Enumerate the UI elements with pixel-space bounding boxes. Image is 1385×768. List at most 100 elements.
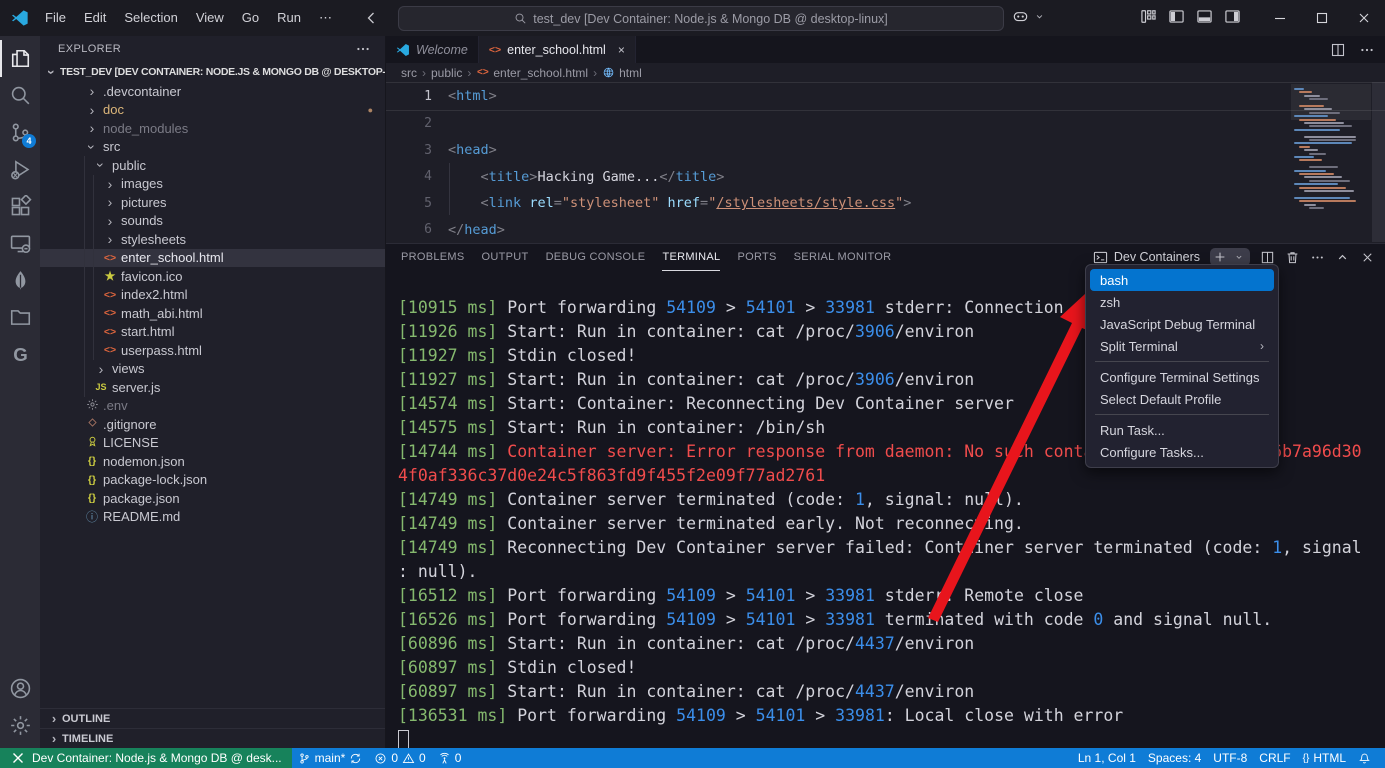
panel-more-actions-icon[interactable]: [1310, 250, 1325, 265]
toggle-panel-icon[interactable]: [1196, 8, 1213, 25]
launch-profile-chevron-icon[interactable]: [1231, 252, 1247, 262]
tree-item--env[interactable]: .env: [40, 397, 385, 416]
menu-go[interactable]: Go: [233, 7, 268, 29]
menu-selection[interactable]: Selection: [115, 7, 186, 29]
status-eol[interactable]: CRLF: [1253, 748, 1296, 768]
editor-scrollbar[interactable]: [1372, 82, 1385, 243]
tab-welcome[interactable]: Welcome: [386, 36, 479, 63]
activity-mongodb[interactable]: [0, 262, 40, 299]
problems-status[interactable]: 0 0: [368, 748, 431, 768]
menu-item-configure-terminal-settings[interactable]: Configure Terminal Settings: [1090, 366, 1274, 388]
tree-item-stylesheets[interactable]: ›stylesheets: [40, 230, 385, 249]
more-actions-icon[interactable]: [1359, 42, 1375, 58]
tree-item--devcontainer[interactable]: ›.devcontainer: [40, 82, 385, 101]
activity-containers[interactable]: [0, 299, 40, 336]
panel-tab-ports[interactable]: PORTS: [737, 244, 776, 271]
code-editor[interactable]: 1<html>23<head>4 <title>Hacking Game...<…: [386, 82, 1385, 243]
views-and-more-actions-icon[interactable]: [355, 41, 371, 57]
breadcrumb-item[interactable]: src: [401, 66, 417, 80]
tree-item-readme-md[interactable]: ⓘREADME.md: [40, 508, 385, 527]
tab-enter-school-html[interactable]: <>enter_school.html×: [479, 36, 636, 63]
breadcrumb-item[interactable]: html: [602, 66, 642, 80]
tree-item-doc[interactable]: ›doc●: [40, 101, 385, 120]
activity-remote-explorer[interactable]: [0, 225, 40, 262]
minimap[interactable]: [1291, 84, 1371, 219]
tree-item-license[interactable]: LICENSE: [40, 434, 385, 453]
split-editor-icon[interactable]: [1330, 42, 1346, 58]
tree-item-package-lock-json[interactable]: {}package-lock.json: [40, 471, 385, 490]
panel-tab-debug-console[interactable]: DEBUG CONSOLE: [546, 244, 646, 271]
status-encoding[interactable]: UTF-8: [1207, 748, 1253, 768]
panel-tab-problems[interactable]: PROBLEMS: [401, 244, 465, 271]
breadcrumb-item[interactable]: public: [431, 66, 462, 80]
tree-item-favicon-ico[interactable]: ★favicon.ico: [40, 267, 385, 286]
split-terminal-icon[interactable]: [1260, 250, 1275, 265]
toggle-secondary-sidebar-icon[interactable]: [1224, 8, 1241, 25]
maximize-button[interactable]: [1301, 0, 1343, 36]
status-indentation[interactable]: Spaces: 4: [1142, 748, 1207, 768]
activity-source-control[interactable]: 4: [0, 114, 40, 151]
tree-item-index2-html[interactable]: <>index2.html: [40, 286, 385, 305]
tree-item-views[interactable]: ›views: [40, 360, 385, 379]
status-cursor-position[interactable]: Ln 1, Col 1: [1072, 748, 1142, 768]
panel-tab-terminal[interactable]: TERMINAL: [662, 244, 720, 271]
menu-edit[interactable]: Edit: [75, 7, 115, 29]
panel-tab-output[interactable]: OUTPUT: [482, 244, 529, 271]
menu-item-zsh[interactable]: zsh: [1090, 291, 1274, 313]
tree-root-folder[interactable]: › TEST_DEV [DEV CONTAINER: NODE.JS & MON…: [40, 62, 385, 82]
close-button[interactable]: [1343, 0, 1385, 36]
close-tab-icon[interactable]: ×: [618, 43, 625, 57]
tree-item-math-abi-html[interactable]: <>math_abi.html: [40, 304, 385, 323]
tree-item-public[interactable]: ›public: [40, 156, 385, 175]
maximize-panel-icon[interactable]: [1335, 250, 1350, 265]
tree-item-images[interactable]: ›images: [40, 175, 385, 194]
panel-tab-serial-monitor[interactable]: SERIAL MONITOR: [794, 244, 892, 271]
tree-item-userpass-html[interactable]: <>userpass.html: [40, 341, 385, 360]
tree-item-sounds[interactable]: ›sounds: [40, 212, 385, 231]
menu-view[interactable]: View: [187, 7, 233, 29]
activity-gitlens[interactable]: G: [0, 336, 40, 373]
menu-item-run-task-[interactable]: Run Task...: [1090, 419, 1274, 441]
menu-run[interactable]: Run: [268, 7, 310, 29]
tree-item-node-modules[interactable]: ›node_modules: [40, 119, 385, 138]
activity-settings[interactable]: [0, 707, 40, 744]
tree-item-src[interactable]: ›src: [40, 138, 385, 157]
remote-indicator[interactable]: Dev Container: Node.js & Mongo DB @ desk…: [0, 748, 292, 768]
branch-status[interactable]: main*: [292, 748, 369, 768]
toggle-sidebar-icon[interactable]: [1168, 8, 1185, 25]
activity-run-debug[interactable]: [0, 151, 40, 188]
minimize-button[interactable]: [1259, 0, 1301, 36]
tree-item-server-js[interactable]: JSserver.js: [40, 378, 385, 397]
activity-extensions[interactable]: [0, 188, 40, 225]
kill-terminal-icon[interactable]: [1285, 250, 1300, 265]
tree-item-pictures[interactable]: ›pictures: [40, 193, 385, 212]
menu-file[interactable]: File: [36, 7, 75, 29]
activity-search[interactable]: [0, 77, 40, 114]
menu-more[interactable]: ⋯: [310, 7, 341, 29]
command-center-search[interactable]: test_dev [Dev Container: Node.js & Mongo…: [398, 6, 1004, 31]
status-language-mode[interactable]: {}HTML: [1297, 748, 1352, 768]
breadcrumb-item[interactable]: <>enter_school.html: [476, 66, 588, 80]
menu-item-configure-tasks-[interactable]: Configure Tasks...: [1090, 441, 1274, 463]
activity-accounts[interactable]: [0, 670, 40, 707]
breadcrumb[interactable]: src›public›<>enter_school.html›html: [386, 63, 1385, 82]
menu-item-select-default-profile[interactable]: Select Default Profile: [1090, 388, 1274, 410]
back-icon[interactable]: [363, 10, 379, 26]
tree-item-nodemon-json[interactable]: {}nodemon.json: [40, 452, 385, 471]
copilot-button[interactable]: [1012, 8, 1047, 25]
menu-item-javascript-debug-terminal[interactable]: JavaScript Debug Terminal: [1090, 313, 1274, 335]
ports-status[interactable]: 0: [432, 748, 468, 768]
close-panel-icon[interactable]: [1360, 250, 1375, 265]
menu-item-bash[interactable]: bash: [1090, 269, 1274, 291]
section-outline[interactable]: ›OUTLINE: [40, 708, 385, 728]
tree-item-start-html[interactable]: <>start.html: [40, 323, 385, 342]
customize-layout-icon[interactable]: [1140, 8, 1157, 25]
terminal-profile[interactable]: Dev Containers: [1093, 250, 1200, 265]
section-timeline[interactable]: ›TIMELINE: [40, 728, 385, 748]
tree-item--gitignore[interactable]: .gitignore: [40, 415, 385, 434]
menu-item-split-terminal[interactable]: Split Terminal›: [1090, 335, 1274, 357]
tree-item-package-json[interactable]: {}package.json: [40, 489, 385, 508]
status-notifications[interactable]: [1352, 748, 1377, 768]
activity-explorer[interactable]: [0, 40, 40, 77]
tree-item-enter-school-html[interactable]: <>enter_school.html: [40, 249, 385, 268]
